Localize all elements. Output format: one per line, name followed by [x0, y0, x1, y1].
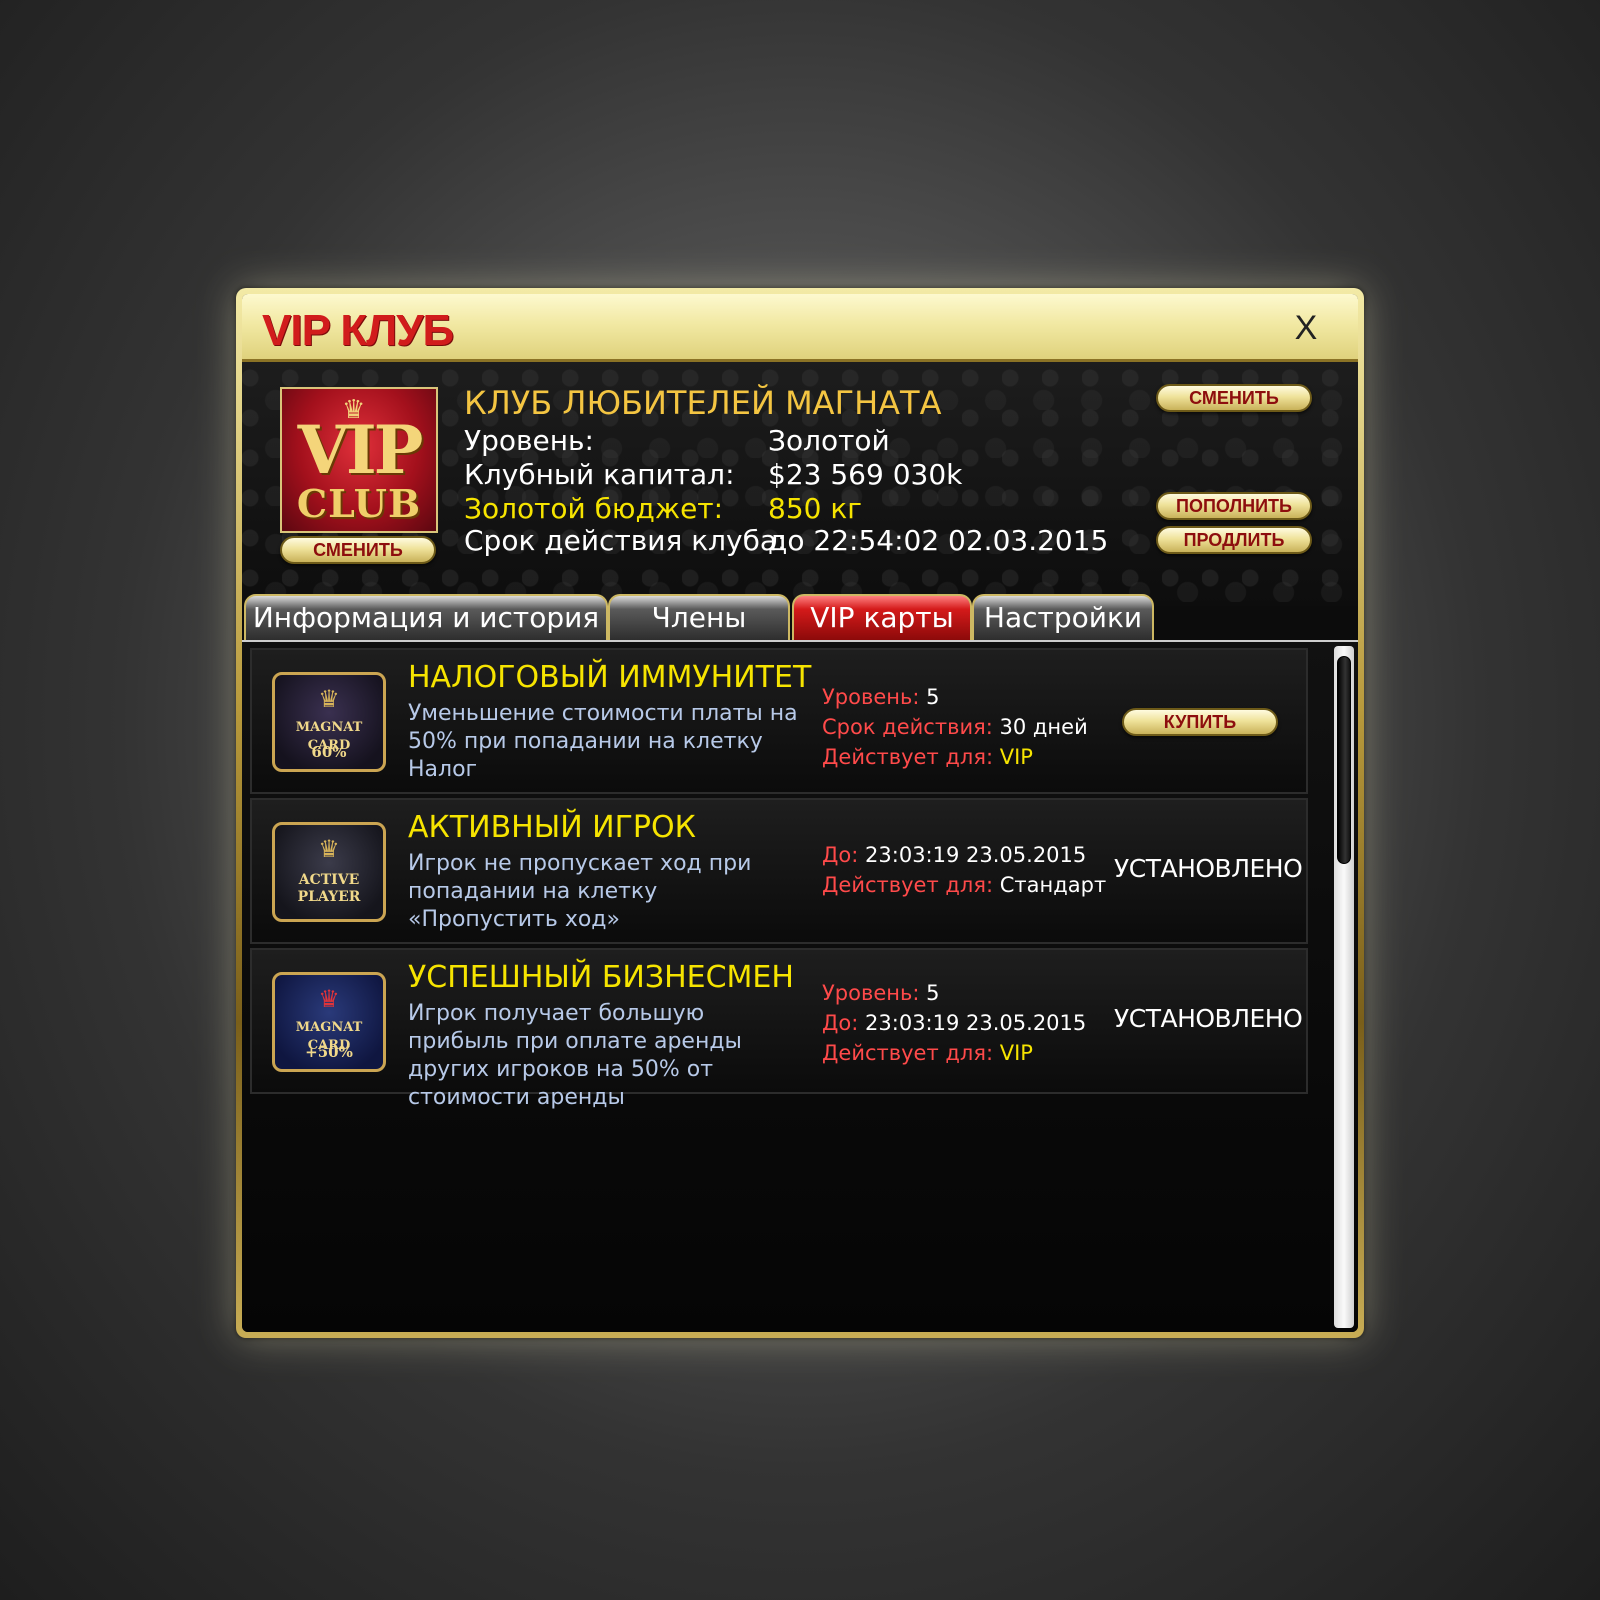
- club-header: ♛ VIP CLUB СМЕНИТЬ КЛУБ ЛЮБИТЕЛЕЙ МАГНАТ…: [242, 362, 1358, 606]
- capital-value: $23 569 030k: [768, 458, 963, 491]
- window-body: VIP КЛУБ X ♛ VIP CLUB СМЕНИТЬ КЛУБ ЛЮБИТ…: [242, 294, 1358, 1332]
- vip-cards-list: ♛ MAGNAT CARD 60% НАЛОГОВЫЙ ИММУНИТЕТ Ум…: [242, 640, 1358, 1332]
- tab-club-members[interactable]: Члены клуба: [608, 594, 790, 678]
- expiry-value: до 22:54:02 02.03.2015: [768, 524, 1109, 557]
- card-image-value: PLAYER: [297, 889, 361, 905]
- meta-value: VIP: [999, 745, 1033, 769]
- meta-value: 5: [926, 981, 940, 1005]
- logo-text-vip: VIP: [297, 411, 424, 489]
- vip-club-window: VIP КЛУБ X ♛ VIP CLUB СМЕНИТЬ КЛУБ ЛЮБИТ…: [236, 288, 1364, 1338]
- gold-budget-value: 850 кг: [768, 492, 862, 525]
- meta-row: Действует для: VIP: [822, 742, 1088, 772]
- meta-row: До: 23:03:19 23.05.2015: [822, 1008, 1086, 1038]
- meta-label: До:: [822, 843, 859, 867]
- card-description: Игрок не пропускает ход при попадании на…: [408, 851, 752, 932]
- card-description: Уменьшение стоимости платы на 50% при по…: [408, 701, 798, 782]
- level-value: Золотой: [768, 424, 890, 457]
- meta-row: Срок действия: 30 дней: [822, 712, 1088, 742]
- card-meta: Уровень: 5 До: 23:03:19 23.05.2015 Дейст…: [822, 978, 1086, 1068]
- title-bar: VIP КЛУБ X: [242, 294, 1358, 362]
- meta-value: 23:03:19 23.05.2015: [865, 1011, 1087, 1035]
- meta-value: VIP: [999, 1041, 1033, 1065]
- close-button[interactable]: X: [1286, 308, 1326, 348]
- card-image-value: 60%: [311, 743, 347, 761]
- card-title: УСПЕШНЫЙ БИЗНЕСМЕН: [408, 960, 794, 995]
- meta-label: Действует для:: [822, 873, 994, 897]
- meta-value: 23:03:19 23.05.2015: [865, 843, 1087, 867]
- crown-icon: ♛: [318, 835, 340, 863]
- meta-row: До: 23:03:19 23.05.2015: [822, 840, 1106, 870]
- tab-bar: Информация и история Члены клуба VIP кар…: [242, 594, 1358, 678]
- list-item: ♛ MAGNAT CARD +50% УСПЕШНЫЙ БИЗНЕСМЕН Иг…: [250, 948, 1308, 1110]
- meta-value: 5: [926, 685, 940, 709]
- card-meta: Уровень: 5 Срок действия: 30 дней Действ…: [822, 682, 1088, 772]
- buy-button[interactable]: КУПИТЬ: [1122, 708, 1278, 736]
- meta-row: Уровень: 5: [822, 978, 1086, 1008]
- card-title: АКТИВНЫЙ ИГРОК: [408, 810, 696, 845]
- list-item: ♛ ACTIVE PLAYER АКТИВНЫЙ ИГРОК Игрок не …: [250, 798, 1308, 944]
- change-logo-button[interactable]: СМЕНИТЬ: [280, 536, 436, 564]
- meta-label: Действует для:: [822, 1041, 994, 1065]
- meta-row: Действует для: Стандарт: [822, 870, 1106, 900]
- tab-info-history[interactable]: Информация и история: [244, 594, 608, 640]
- card-description: Игрок получает большую прибыль при оплат…: [408, 1001, 742, 1110]
- meta-label: До:: [822, 1011, 859, 1035]
- card-image: ♛ MAGNAT CARD 60%: [272, 672, 386, 772]
- gold-budget-label: Золотой бюджет:: [464, 492, 724, 525]
- status-badge: УСТАНОВЛЕНО: [1114, 1004, 1303, 1033]
- meta-value: 30 дней: [999, 715, 1088, 739]
- window-title: VIP КЛУБ: [262, 306, 454, 355]
- level-label: Уровень:: [464, 424, 594, 457]
- meta-value: Стандарт: [999, 873, 1107, 897]
- crown-icon: ♛: [318, 985, 340, 1013]
- tab-settings[interactable]: Настройки: [972, 594, 1154, 640]
- scrollbar-thumb[interactable]: [1337, 656, 1351, 864]
- list-item: ♛ MAGNAT CARD 60% НАЛОГОВЫЙ ИММУНИТЕТ Ум…: [250, 648, 1308, 794]
- logo-text-club: CLUB: [296, 481, 422, 526]
- change-club-button[interactable]: СМЕНИТЬ: [1156, 384, 1312, 412]
- meta-label: Действует для:: [822, 745, 994, 769]
- meta-label: Уровень:: [822, 685, 920, 709]
- topup-button[interactable]: ПОПОЛНИТЬ: [1156, 492, 1312, 520]
- card-meta: До: 23:03:19 23.05.2015 Действует для: С…: [822, 840, 1106, 900]
- meta-row: Уровень: 5: [822, 682, 1088, 712]
- extend-button[interactable]: ПРОДЛИТЬ: [1156, 526, 1312, 554]
- crown-icon: ♛: [318, 685, 340, 713]
- club-logo: ♛ VIP CLUB: [280, 387, 438, 533]
- card-title: НАЛОГОВЫЙ ИММУНИТЕТ: [408, 660, 812, 695]
- meta-label: Уровень:: [822, 981, 920, 1005]
- card-image: ♛ ACTIVE PLAYER: [272, 822, 386, 922]
- meta-row: Действует для: VIP: [822, 1038, 1086, 1068]
- status-badge: УСТАНОВЛЕНО: [1114, 854, 1303, 883]
- card-image-value: +50%: [305, 1043, 353, 1061]
- expiry-label: Срок действия клуба:: [464, 524, 787, 557]
- card-image-name: ACTIVE: [298, 872, 360, 888]
- tab-vip-cards[interactable]: VIP карты: [792, 594, 972, 640]
- card-image: ♛ MAGNAT CARD +50%: [272, 972, 386, 1072]
- club-name: КЛУБ ЛЮБИТЕЛЕЙ МАГНАТА: [464, 384, 942, 422]
- meta-label: Срок действия:: [822, 715, 993, 739]
- capital-label: Клубный капитал:: [464, 458, 735, 491]
